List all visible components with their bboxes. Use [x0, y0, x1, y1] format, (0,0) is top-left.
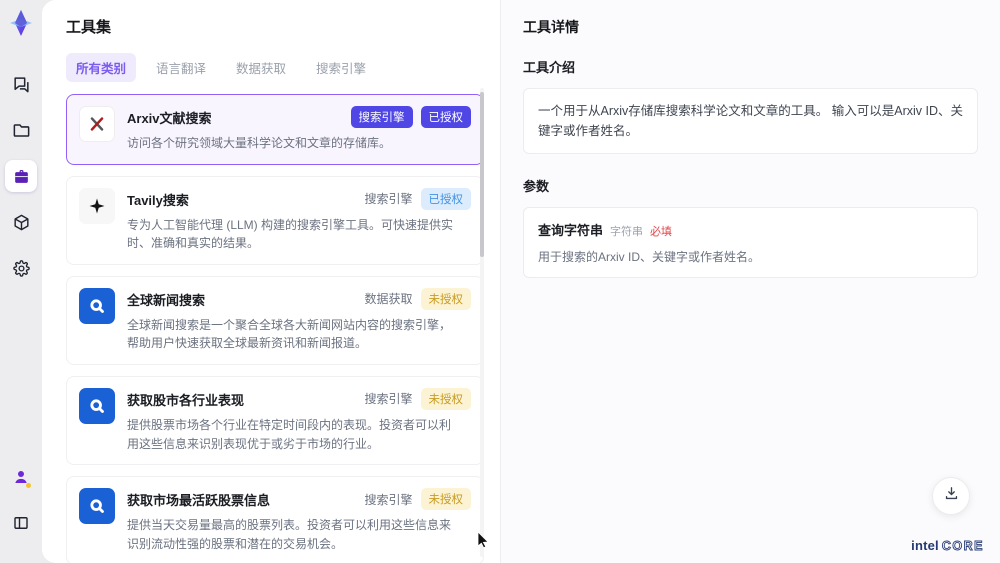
- auth-badge: 已授权: [420, 106, 471, 128]
- status-dot: [26, 483, 31, 488]
- tool-card-list: Arxiv文献搜索 搜索引擎 已授权 访问各个研究领域大量科学论文和文章的存储库…: [66, 94, 484, 563]
- sidebar-item-collapse[interactable]: [5, 507, 37, 539]
- folder-icon: [12, 121, 31, 140]
- magnifier-app-icon: [79, 387, 115, 424]
- tool-card-most-active-stocks[interactable]: 获取市场最活跃股票信息 搜索引擎 未授权 提供当天交易量最高的股票列表。投资者可…: [66, 476, 484, 563]
- auth-badge: 已授权: [420, 187, 471, 210]
- tab-language-translation[interactable]: 语言翻译: [146, 53, 216, 82]
- tab-data-acquisition[interactable]: 数据获取: [226, 53, 296, 82]
- tool-list-panel: 工具集 所有类别 语言翻译 数据获取 搜索引擎 Arxiv文献搜索 搜索引擎 已…: [42, 0, 500, 563]
- sidebar-item-files[interactable]: [5, 114, 37, 146]
- tool-card-global-news[interactable]: 全球新闻搜索 数据获取 未授权 全球新闻搜索是一个聚合全球各大新闻网站内容的搜索…: [66, 275, 484, 365]
- category-badge: 搜索引擎: [350, 106, 413, 128]
- gear-icon: [12, 259, 31, 278]
- tab-all-categories[interactable]: 所有类别: [66, 53, 137, 82]
- tavily-star-icon: [79, 187, 115, 224]
- page-title: 工具集: [66, 19, 112, 36]
- category-label: 搜索引擎: [364, 492, 413, 507]
- panel-toggle-icon: [12, 514, 30, 532]
- sidebar-item-models[interactable]: [5, 206, 37, 238]
- param-description: 用于搜索的Arxiv ID、关键字或作者姓名。: [538, 250, 761, 264]
- intel-wordmark: intel: [911, 538, 939, 553]
- chat-icon: [12, 75, 31, 94]
- auth-badge: 未授权: [420, 287, 471, 310]
- download-button[interactable]: [932, 477, 970, 515]
- download-icon: [943, 485, 960, 507]
- tool-card-tavily[interactable]: Tavily搜索 搜索引擎 已授权 专为人工智能代理 (LLM) 构建的搜索引擎…: [66, 175, 484, 265]
- detail-title: 工具详情: [523, 19, 579, 35]
- auth-badge: 未授权: [420, 387, 471, 410]
- sidebar-rail: [0, 0, 42, 563]
- briefcase-icon: [12, 167, 31, 186]
- tool-description: 专为人工智能代理 (LLM) 构建的搜索引擎工具。可快速提供实时、准确和真实的结…: [127, 217, 454, 251]
- tool-title: Arxiv文献搜索: [127, 111, 212, 126]
- cube-icon: [12, 213, 31, 232]
- category-label: 搜索引擎: [364, 192, 413, 207]
- intel-core-logo: intel CORE: [911, 538, 984, 553]
- sidebar-item-tools[interactable]: [5, 160, 37, 192]
- app-logo: [6, 8, 36, 38]
- tool-description: 提供当天交易量最高的股票列表。投资者可以利用这些信息来识别流动性强的股票和潜在的…: [127, 518, 452, 551]
- category-label: 搜索引擎: [364, 392, 413, 407]
- sidebar-item-settings[interactable]: [5, 252, 37, 284]
- tool-description: 访问各个研究领域大量科学论文和文章的存储库。: [127, 136, 392, 150]
- sidebar-item-account[interactable]: [5, 461, 37, 493]
- tool-title: 全球新闻搜索: [127, 292, 206, 308]
- tool-description: 提供股票市场各个行业在特定时间段内的表现。投资者可以利用这些信息来识别表现优于或…: [127, 417, 452, 451]
- tool-card-arxiv[interactable]: Arxiv文献搜索 搜索引擎 已授权 访问各个研究领域大量科学论文和文章的存储库…: [66, 94, 484, 165]
- main-surface: 工具集 所有类别 语言翻译 数据获取 搜索引擎 Arxiv文献搜索 搜索引擎 已…: [42, 0, 1000, 563]
- sidebar-item-chat[interactable]: [5, 68, 37, 100]
- param-name: 查询字符串: [538, 223, 604, 238]
- list-scrollbar[interactable]: [480, 88, 484, 557]
- parameter-box: 查询字符串 字符串 必填 用于搜索的Arxiv ID、关键字或作者姓名。: [523, 207, 978, 278]
- intro-text: 一个用于从Arxiv存储库搜索科学论文和文章的工具。 输入可以是Arxiv ID…: [538, 104, 964, 138]
- category-label: 数据获取: [364, 292, 413, 307]
- params-heading: 参数: [523, 179, 550, 194]
- tool-card-sector-performance[interactable]: 获取股市各行业表现 搜索引擎 未授权 提供股票市场各个行业在特定时间段内的表现。…: [66, 375, 484, 466]
- param-required-badge: 必填: [650, 226, 673, 238]
- intro-box: 一个用于从Arxiv存储库搜索科学论文和文章的工具。 输入可以是Arxiv ID…: [523, 88, 978, 154]
- magnifier-app-icon: [79, 488, 115, 525]
- arxiv-x-icon: [79, 106, 115, 142]
- list-scrollbar-thumb[interactable]: [480, 92, 484, 257]
- mouse-cursor: [477, 531, 490, 553]
- auth-badge: 未授权: [420, 488, 471, 511]
- param-type: 字符串: [610, 226, 644, 238]
- tool-title: 获取市场最活跃股票信息: [127, 493, 271, 509]
- category-tabs: 所有类别 语言翻译 数据获取 搜索引擎: [66, 53, 500, 82]
- core-wordmark: CORE: [941, 539, 984, 554]
- tool-title: 获取股市各行业表现: [127, 392, 245, 408]
- magnifier-app-icon: [79, 287, 115, 324]
- intro-heading: 工具介绍: [523, 60, 576, 75]
- tool-title: Tavily搜索: [127, 192, 189, 208]
- tab-search-engine[interactable]: 搜索引擎: [306, 53, 376, 82]
- tool-description: 全球新闻搜索是一个聚合全球各大新闻网站内容的搜索引擎，帮助用户快速获取全球最新资…: [127, 317, 452, 351]
- tool-detail-panel: 工具详情 工具介绍 一个用于从Arxiv存储库搜索科学论文和文章的工具。 输入可…: [500, 0, 1000, 563]
